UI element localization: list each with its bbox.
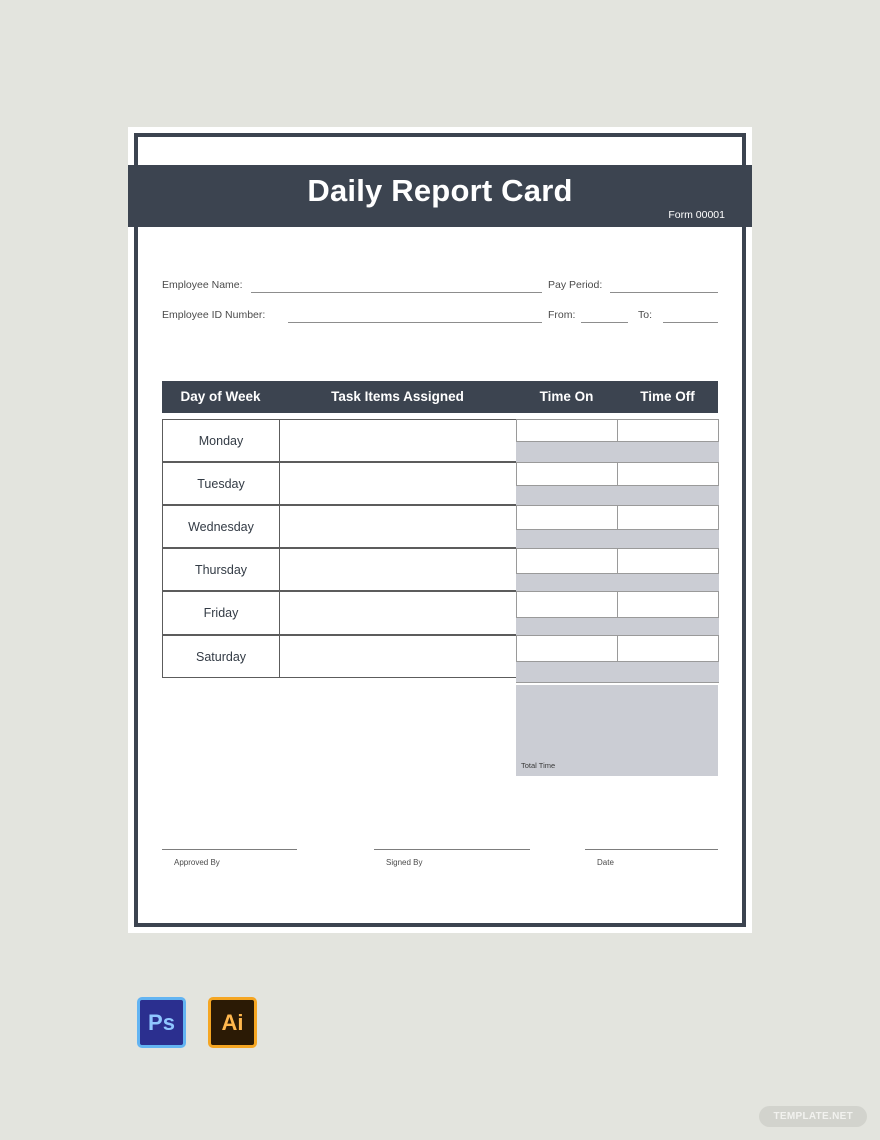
meta-row-employee-name: Employee Name: Pay Period: xyxy=(128,278,752,294)
day-label: Friday xyxy=(203,606,239,620)
approved-by-field: Approved By xyxy=(162,849,297,867)
time-on-shaded-band[interactable] xyxy=(516,441,618,463)
cell-task-items[interactable] xyxy=(279,462,517,505)
day-label: Tuesday xyxy=(197,476,245,491)
table-header-row: Day of Week Task Items Assigned Time On … xyxy=(162,381,718,413)
cell-day-of-week: Saturday xyxy=(162,635,280,678)
report-table: Day of Week Task Items Assigned Time On … xyxy=(162,381,719,683)
cell-day-of-week: Monday xyxy=(162,419,280,462)
employee-name-input[interactable] xyxy=(251,292,542,293)
form-number: Form 00001 xyxy=(668,209,725,221)
photoshop-icon-glyph: Ps xyxy=(148,1009,175,1035)
app-icons-group: Ps Ai xyxy=(137,997,257,1048)
time-on-shaded-band[interactable] xyxy=(516,661,618,683)
from-date-input[interactable] xyxy=(581,322,628,323)
signed-by-field: Signed By xyxy=(374,849,530,867)
employee-id-input[interactable] xyxy=(288,322,542,323)
cell-day-of-week: Tuesday xyxy=(162,462,280,505)
total-time-label: Total Time xyxy=(521,761,556,770)
cell-task-items[interactable] xyxy=(279,548,517,591)
time-off-shaded-band[interactable] xyxy=(617,485,719,507)
column-header-time-on: Time On xyxy=(539,389,594,404)
illustrator-icon[interactable]: Ai xyxy=(208,997,257,1048)
date-field: Date xyxy=(585,849,718,867)
cell-task-items[interactable] xyxy=(279,419,517,462)
time-off-shaded-band[interactable] xyxy=(617,661,719,683)
cell-day-of-week: Thursday xyxy=(162,548,280,591)
page-title: Daily Report Card xyxy=(307,173,573,208)
signed-by-line[interactable] xyxy=(374,849,530,850)
cell-day-of-week: Friday xyxy=(162,591,280,635)
cell-task-items[interactable] xyxy=(279,635,517,678)
pay-period-input[interactable] xyxy=(610,292,718,293)
column-header-time-off: Time Off xyxy=(640,389,695,404)
total-time-block[interactable]: Total Time xyxy=(516,685,718,776)
table-body: Monday Tuesday Wednesday Thursday Friday… xyxy=(162,419,719,683)
cell-day-of-week: Wednesday xyxy=(162,505,280,548)
title-band: Daily Report Card Form 00001 xyxy=(128,165,752,227)
pay-period-label: Pay Period: xyxy=(548,279,603,291)
to-date-input[interactable] xyxy=(663,322,718,323)
approved-by-label: Approved By xyxy=(174,858,220,867)
signed-by-label: Signed By xyxy=(386,858,423,867)
day-label: Wednesday xyxy=(188,519,254,534)
template-net-watermark: TEMPLATE.NET xyxy=(759,1106,867,1127)
day-label: Saturday xyxy=(195,649,247,664)
illustrator-icon-glyph: Ai xyxy=(221,1009,244,1035)
employee-name-label: Employee Name: xyxy=(162,279,243,291)
cell-task-items[interactable] xyxy=(279,505,517,548)
time-off-shaded-band[interactable] xyxy=(617,441,719,463)
employee-id-label: Employee ID Number: xyxy=(162,309,266,321)
from-label: From: xyxy=(548,309,576,321)
column-header-task-items: Task Items Assigned xyxy=(331,389,464,404)
document-sheet: Daily Report Card Form 00001 Employee Na… xyxy=(128,127,752,933)
date-line[interactable] xyxy=(585,849,718,850)
time-on-shaded-band[interactable] xyxy=(516,485,618,507)
approved-by-line[interactable] xyxy=(162,849,297,850)
to-label: To: xyxy=(638,309,653,321)
day-label: Monday xyxy=(198,433,244,448)
day-label: Thursday xyxy=(194,562,248,577)
meta-row-employee-id: Employee ID Number: From: To: xyxy=(128,308,752,324)
cell-task-items[interactable] xyxy=(279,591,517,635)
photoshop-icon[interactable]: Ps xyxy=(137,997,186,1048)
date-label: Date xyxy=(597,858,614,867)
column-header-day-of-week: Day of Week xyxy=(180,389,261,404)
